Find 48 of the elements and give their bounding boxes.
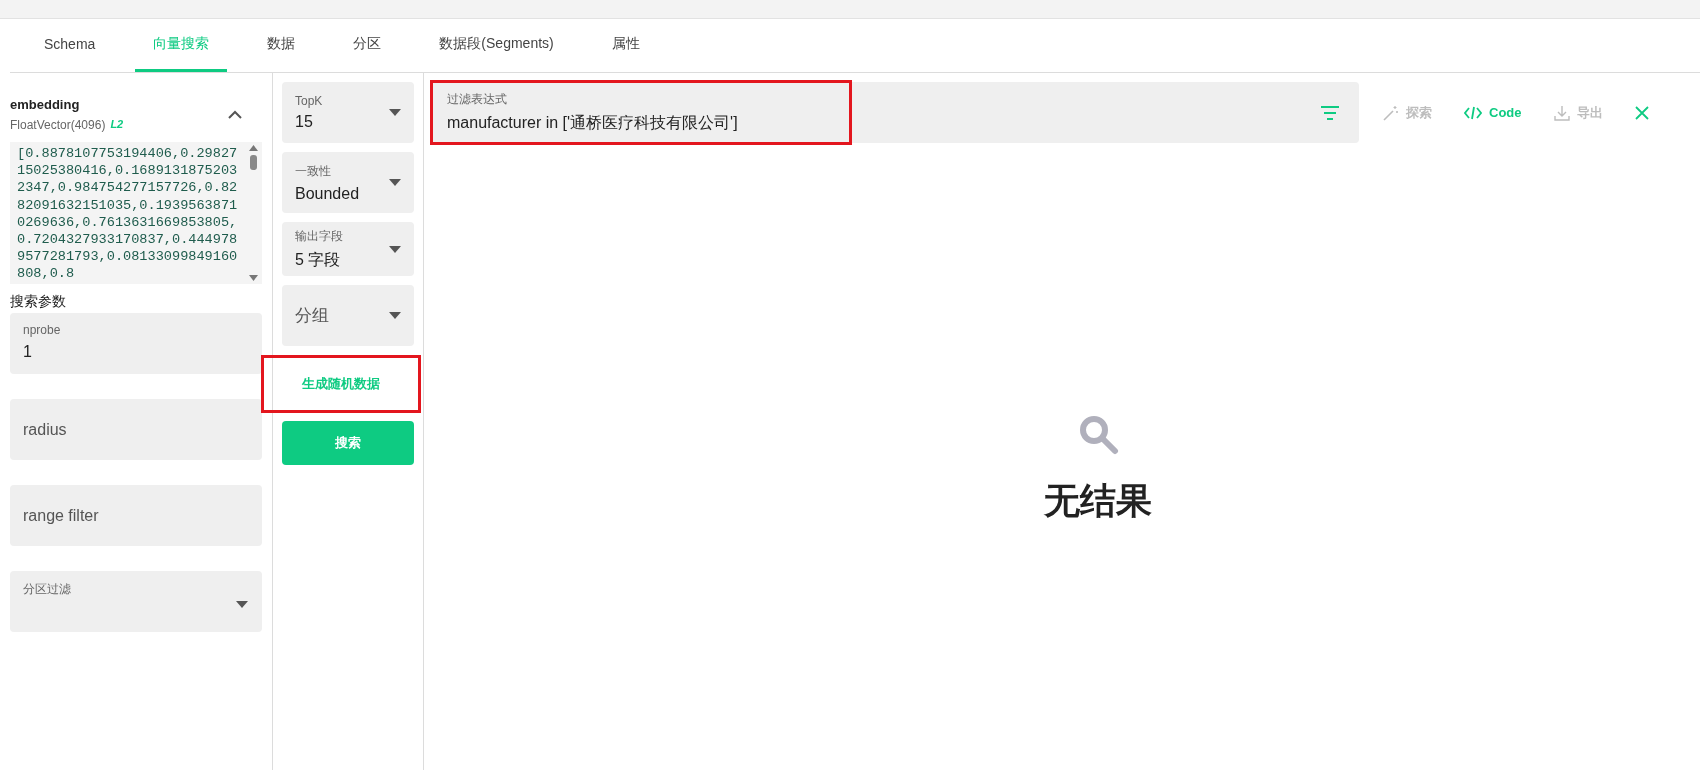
filter-field[interactable]: 过滤表达式 manufacturer in ['通桥医疗科技有限公司'] [432, 82, 1359, 143]
tab[interactable]: 数据 [249, 19, 314, 72]
select-field[interactable]: TopK 15 [282, 82, 414, 143]
tab[interactable]: 分区 [335, 19, 400, 72]
chevron-icon[interactable] [228, 109, 242, 119]
field-label: 过滤表达式 [447, 91, 508, 108]
select-field[interactable]: 输出字段 5 字段 [282, 222, 414, 276]
download-icon [1553, 104, 1570, 121]
input-field[interactable]: nprobe 1 [10, 313, 262, 374]
metric-label: L2 [110, 117, 124, 132]
field-label: TopK [295, 94, 323, 108]
scroll-up-icon[interactable] [249, 145, 258, 151]
select-field[interactable]: 分区过滤 [10, 571, 262, 632]
scroll-down-icon[interactable] [249, 275, 258, 281]
field-placeholder: radius [23, 420, 68, 440]
field-value: 5 字段 [295, 249, 342, 270]
scrollbar-thumb[interactable] [250, 155, 257, 170]
caret-icon [389, 179, 401, 186]
select-field[interactable]: 分组 [282, 285, 414, 346]
field-label: 一致性 [295, 162, 332, 180]
caret-icon [236, 601, 248, 608]
field-value: manufacturer in ['通桥医疗科技有限公司'] [447, 113, 739, 133]
search-icon [1077, 413, 1119, 455]
field-placeholder: 分组 [295, 305, 329, 327]
input-field[interactable]: range filter [10, 485, 262, 546]
field-placeholder: range filter [23, 506, 100, 526]
field-type: FloatVector(4096) [10, 117, 106, 132]
field-label: 输出字段 [295, 227, 343, 245]
tab[interactable]: Schema [26, 19, 114, 72]
empty-message: 无结果 [1044, 479, 1152, 523]
field-label: 分区过滤 [23, 581, 72, 598]
select-field[interactable]: 一致性 Bounded [282, 152, 414, 213]
section-title: 搜索参数 [10, 293, 67, 311]
caret-icon [389, 312, 401, 319]
caret-icon [389, 245, 401, 253]
field-value: Bounded [295, 184, 360, 203]
wand-icon [1383, 104, 1399, 121]
close-button[interactable] [1634, 105, 1649, 120]
field-value: 1 [23, 343, 33, 361]
field-label: nprobe [23, 323, 62, 337]
input-field[interactable]: radius [10, 399, 262, 460]
field-value: 15 [295, 113, 314, 131]
tab[interactable]: 属性 [593, 19, 658, 72]
field-name: embedding [10, 96, 81, 112]
close-icon [1634, 105, 1649, 120]
tab[interactable]: 数据段(Segments) [421, 19, 572, 72]
code-icon [1464, 105, 1482, 120]
caret-icon [389, 109, 401, 116]
